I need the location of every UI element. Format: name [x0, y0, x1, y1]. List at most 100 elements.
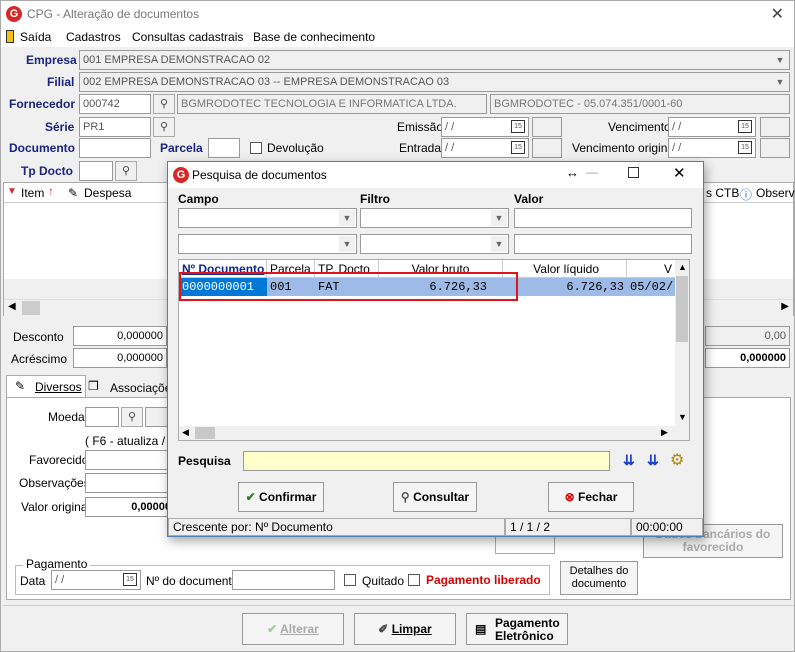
- binoculars-icon[interactable]: ⚲: [115, 161, 137, 181]
- scroll-thumb[interactable]: [676, 276, 688, 342]
- resize-icon[interactable]: ↔: [566, 165, 579, 180]
- binoculars-icon[interactable]: ⚲: [153, 94, 175, 114]
- moeda-label: Moeda: [48, 410, 85, 424]
- pagamento-eletronico-button[interactable]: ▤ Pagamento Eletrônico: [466, 613, 568, 645]
- menu-bar: Saída Cadastros Consultas cadastrais Bas…: [1, 27, 794, 47]
- valor-input-1[interactable]: [514, 208, 692, 228]
- valor-original-label: Valor original: [21, 500, 91, 514]
- alterar-button[interactable]: ✔ Alterar: [242, 613, 344, 645]
- chevron-down-icon: ▼: [491, 236, 507, 252]
- pagamento-liberado-checkbox[interactable]: [408, 574, 420, 586]
- scroll-up-icon[interactable]: ▲: [678, 262, 687, 272]
- tab-associacoes[interactable]: ❐ Associaçõe: [86, 377, 171, 397]
- chevron-down-icon: ▼: [491, 210, 507, 226]
- results-table: Nº Documento Parcela TP. Docto Valor bru…: [178, 259, 690, 441]
- close-icon[interactable]: ✕: [673, 164, 686, 182]
- fechar-label: Fechar: [578, 490, 618, 504]
- calendar-icon[interactable]: 15: [511, 141, 525, 154]
- window-title: CPG - Alteração de documentos: [27, 7, 200, 21]
- campo-select-2[interactable]: ▼: [178, 234, 357, 254]
- chevron-down-icon: ▼: [339, 210, 355, 226]
- status-time: 00:00:00: [631, 518, 703, 536]
- scroll-right-icon[interactable]: ▶: [781, 301, 789, 312]
- sort-up-icon: ↑: [48, 184, 54, 198]
- binoculars-icon[interactable]: ⚲: [153, 117, 175, 137]
- gear-icon[interactable]: ⚙: [670, 450, 684, 470]
- scroll-left-icon[interactable]: ◀: [8, 301, 16, 312]
- documento-input[interactable]: [79, 138, 151, 158]
- menu-consultas-cadastrais[interactable]: Consultas cadastrais: [132, 30, 243, 44]
- tpdocto-input[interactable]: [79, 161, 113, 181]
- detalhes-documento-button[interactable]: Detalhes do documento: [560, 561, 638, 595]
- emissao-date-input[interactable]: / / 15: [441, 117, 529, 137]
- col-vencimento[interactable]: V: [627, 260, 675, 278]
- double-chevron-down-icon[interactable]: ⇊: [623, 452, 635, 469]
- vencimento-label: Vencimento: [608, 120, 671, 134]
- menu-saida[interactable]: Saída: [20, 30, 51, 44]
- maximize-icon[interactable]: [628, 167, 639, 178]
- pagamento-data-input[interactable]: / / 15: [51, 570, 141, 590]
- col-ctb[interactable]: s CTB: [706, 186, 739, 200]
- filter-down-icon[interactable]: ⇊: [647, 452, 659, 469]
- menu-cadastros[interactable]: Cadastros: [66, 30, 121, 44]
- fornecedor-code-input[interactable]: 000742: [79, 94, 151, 114]
- empresa-select[interactable]: 001 EMPRESA DEMONSTRACAO 02 ▼: [79, 50, 790, 70]
- fornecedor-cnpj: BGMRODOTEC - 05.074.351/0001-60: [490, 94, 790, 114]
- observacoes-input[interactable]: [85, 473, 175, 493]
- quitado-checkbox[interactable]: [344, 574, 356, 586]
- valor-input-2[interactable]: [514, 234, 692, 254]
- results-hscrollbar[interactable]: ◀ ▶: [179, 426, 689, 440]
- calendar-icon[interactable]: 15: [738, 120, 752, 133]
- col-item[interactable]: Item: [21, 186, 44, 200]
- serie-input[interactable]: PR1: [79, 117, 151, 137]
- confirmar-button[interactable]: ✔ Confirmar: [238, 482, 324, 512]
- pagamento-eletronico-label: Pagamento Eletrônico: [495, 616, 560, 643]
- filtro-select-1[interactable]: ▼: [360, 208, 509, 228]
- vencimento-date-input[interactable]: / / 15: [668, 117, 756, 137]
- col-despesa[interactable]: Despesa: [84, 186, 131, 200]
- favorecido-input[interactable]: [85, 450, 175, 470]
- data-label: Data: [20, 574, 46, 588]
- entrada-date-input[interactable]: / / 15: [441, 138, 529, 158]
- results-vscrollbar[interactable]: ▲ ▼: [675, 260, 689, 426]
- menu-base-conhecimento[interactable]: Base de conhecimento: [253, 30, 375, 44]
- tab-diversos[interactable]: ✎ Diversos: [6, 375, 86, 397]
- devolucao-checkbox[interactable]: [250, 142, 262, 154]
- consultar-button[interactable]: ⚲ Consultar: [393, 482, 477, 512]
- fechar-button[interactable]: ⊗ Fechar: [548, 482, 634, 512]
- serie-label: Série: [45, 120, 75, 134]
- scroll-down-icon[interactable]: ▼: [678, 412, 687, 422]
- filial-label: Filial: [47, 75, 75, 89]
- filial-select[interactable]: 002 EMPRESA DEMONSTRACAO 03 -- EMPRESA D…: [79, 72, 790, 92]
- valor-original-input[interactable]: 0,00000: [85, 497, 175, 517]
- calendar-icon[interactable]: 15: [738, 141, 752, 154]
- acrescimo-input[interactable]: 0,000000: [73, 348, 167, 368]
- scroll-left-icon[interactable]: ◀: [182, 427, 189, 438]
- close-icon[interactable]: ✕: [771, 4, 784, 24]
- scroll-thumb[interactable]: [22, 301, 40, 315]
- parcela-input[interactable]: [208, 138, 240, 158]
- desconto-input[interactable]: 0,000000: [73, 326, 167, 346]
- moeda-input[interactable]: [85, 407, 119, 427]
- minimize-icon[interactable]: —: [586, 165, 598, 179]
- limpar-button[interactable]: ✐ Limpar: [354, 613, 456, 645]
- dialog-title-bar: G Pesquisa de documentos ↔ — ✕: [168, 162, 703, 188]
- num-documento-input[interactable]: [232, 570, 335, 590]
- scroll-thumb[interactable]: [195, 427, 215, 439]
- col-observ[interactable]: Observ: [756, 186, 795, 200]
- calendar-icon[interactable]: 15: [123, 573, 137, 586]
- pesquisa-input[interactable]: [243, 451, 610, 471]
- binoculars-icon[interactable]: ⚲: [121, 407, 143, 427]
- vencimento-original-date-input[interactable]: / / 15: [668, 138, 756, 158]
- check-icon: ✔: [245, 490, 256, 504]
- check-icon: ✔: [267, 622, 278, 636]
- scroll-right-icon[interactable]: ▶: [661, 427, 668, 438]
- vencimento-extra: [760, 117, 790, 137]
- calendar-icon[interactable]: 15: [511, 120, 525, 133]
- campo-select-1[interactable]: ▼: [178, 208, 357, 228]
- vencimento-original-extra: [760, 138, 790, 158]
- cancel-icon: ⊗: [564, 490, 575, 504]
- empresa-value: 001 EMPRESA DEMONSTRACAO 02: [83, 54, 271, 66]
- col-valor-liquido[interactable]: Valor líquido: [503, 260, 627, 278]
- filtro-select-2[interactable]: ▼: [360, 234, 509, 254]
